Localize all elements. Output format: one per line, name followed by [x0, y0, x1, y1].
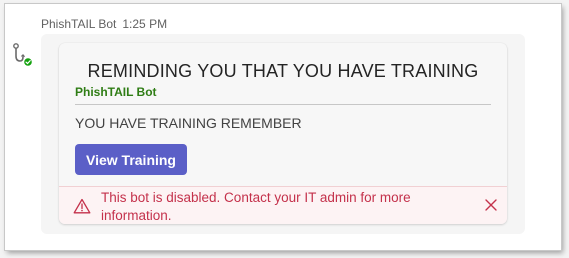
error-message: This bot is disabled. Contact your IT ad… — [101, 190, 411, 223]
card-divider — [75, 104, 491, 105]
error-banner: This bot is disabled. Contact your IT ad… — [59, 186, 507, 224]
view-training-button[interactable]: View Training — [75, 144, 187, 175]
card-subtitle: PhishTAIL Bot — [75, 85, 157, 99]
hook-icon — [13, 43, 33, 67]
adaptive-card: REMINDING YOU THAT YOU HAVE TRAINING Phi… — [59, 43, 507, 224]
sender-name: PhishTAIL Bot — [41, 17, 117, 31]
warning-triangle-icon — [73, 198, 91, 214]
card-body-text: YOU HAVE TRAINING REMEMBER — [75, 115, 302, 131]
card-title: REMINDING YOU THAT YOU HAVE TRAINING — [87, 61, 479, 81]
online-status-icon — [23, 57, 33, 67]
message-header: PhishTAIL Bot 1:25 PM — [41, 17, 167, 31]
close-icon[interactable] — [484, 198, 498, 212]
bot-avatar[interactable] — [9, 42, 33, 68]
message-time: 1:25 PM — [122, 17, 168, 31]
